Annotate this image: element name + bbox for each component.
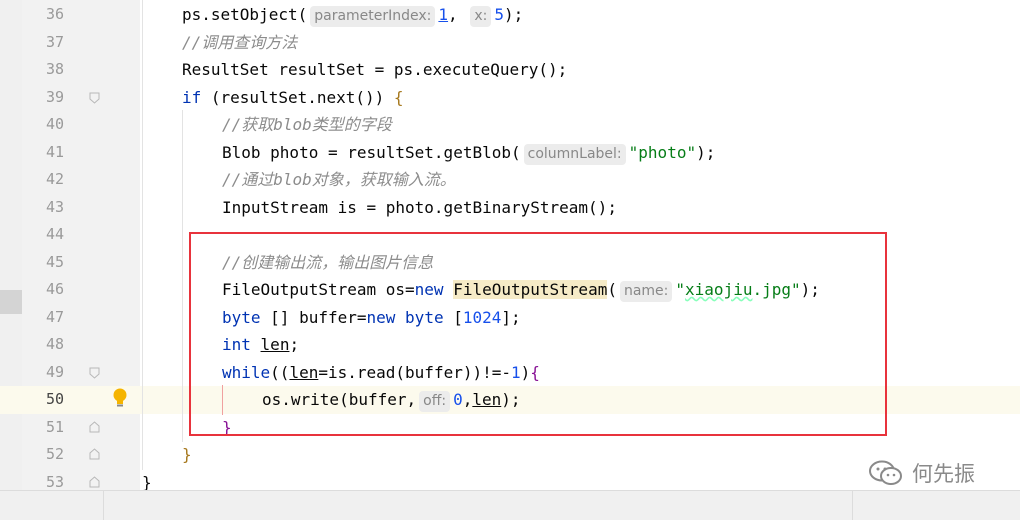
highlight-annotation-box	[189, 232, 887, 436]
code-line[interactable]: 43 InputStream is = photo.getBinaryStream…	[0, 194, 1020, 222]
line-number: 47	[45, 307, 64, 326]
code-token: 1	[438, 5, 449, 24]
line-number: 37	[45, 32, 64, 51]
code-token: );	[503, 5, 524, 24]
code-token: }	[182, 445, 192, 464]
status-separator	[103, 491, 104, 520]
code-token: 5	[494, 5, 504, 24]
code-token: Blob photo = resultSet.getBlob(	[222, 142, 521, 162]
code-line[interactable]: 39 if (resultSet.next()) {	[0, 84, 1020, 112]
indent-guide	[182, 110, 183, 442]
code-line[interactable]: 38 ResultSet resultSet = ps.executeQuery(…	[0, 56, 1020, 84]
code-text[interactable]: ResultSet resultSet = ps.executeQuery();	[182, 56, 567, 84]
parameter-hint: x:	[470, 6, 492, 27]
status-separator	[852, 491, 853, 520]
line-number: 36	[45, 5, 64, 23]
code-line[interactable]: 36 ps.setObject(parameterIndex: 1, x: 5);	[0, 1, 1020, 29]
code-token: InputStream is = photo.getBinaryStream()…	[222, 197, 617, 217]
line-number: 38	[45, 60, 64, 78]
fold-marker-icon[interactable]	[89, 476, 100, 488]
line-number: 52	[45, 445, 64, 463]
code-text[interactable]: //获取blob类型的字段	[222, 111, 392, 139]
code-token: ps.setObject(	[182, 5, 308, 24]
code-line[interactable]: 40 //获取blob类型的字段	[0, 111, 1020, 139]
code-text[interactable]: //调用查询方法	[182, 29, 297, 57]
code-text[interactable]: Blob photo = resultSet.getBlob(columnLab…	[222, 139, 715, 167]
watermark: 何先振	[868, 456, 975, 490]
fold-marker-icon[interactable]	[89, 92, 100, 104]
line-number: 50	[45, 390, 64, 408]
fold-marker-icon[interactable]	[89, 448, 100, 460]
wechat-icon	[869, 460, 902, 485]
line-number: 40	[45, 115, 64, 133]
code-token: //获取blob类型的字段	[222, 115, 392, 134]
code-line[interactable]: 52}	[0, 441, 1020, 469]
code-text[interactable]: }	[182, 441, 192, 469]
code-token: (resultSet.next())	[201, 87, 394, 107]
code-editor[interactable]: 36 ps.setObject(parameterIndex: 1, x: 5); 37…	[0, 0, 1020, 520]
line-number: 45	[45, 252, 64, 271]
fold-marker-icon[interactable]	[89, 421, 100, 433]
line-number: 42	[45, 170, 64, 188]
line-number: 49	[45, 362, 64, 381]
fold-marker-icon[interactable]	[89, 367, 100, 379]
code-token: if	[182, 87, 202, 107]
code-line[interactable]: 37 //调用查询方法	[0, 29, 1020, 57]
code-token: ResultSet resultSet = ps.executeQuery();	[182, 60, 568, 79]
parameter-hint: columnLabel:	[523, 143, 626, 165]
line-number: 48	[45, 335, 64, 353]
line-number: 46	[45, 280, 64, 298]
editor-status-bar	[0, 490, 1020, 520]
code-token: //调用查询方法	[182, 32, 298, 52]
code-text[interactable]: InputStream is = photo.getBinaryStream()…	[222, 194, 617, 222]
code-token: );	[696, 142, 716, 162]
watermark-text: 何先振	[912, 462, 975, 486]
lightbulb-icon[interactable]	[111, 387, 129, 409]
code-text[interactable]: ps.setObject(parameterIndex: 1, x: 5);	[182, 1, 523, 29]
code-line[interactable]: 42 //通过blob对象，获取输入流。	[0, 166, 1020, 194]
line-number: 44	[45, 225, 64, 243]
code-text[interactable]: //通过blob对象，获取输入流。	[222, 166, 456, 194]
code-token: }	[142, 472, 152, 492]
line-number: 43	[45, 197, 64, 216]
code-line[interactable]: 41 Blob photo = resultSet.getBlob(columnL…	[0, 139, 1020, 167]
code-token: "photo"	[628, 142, 697, 162]
line-number: 41	[45, 142, 64, 161]
code-token: //通过blob对象，获取输入流。	[222, 170, 456, 189]
code-token: {	[393, 87, 404, 107]
parameter-hint: parameterIndex:	[310, 6, 436, 27]
code-text[interactable]: if (resultSet.next()) {	[182, 84, 404, 112]
code-token: ,	[448, 5, 468, 24]
line-number: 51	[45, 417, 64, 436]
line-number: 39	[45, 87, 64, 106]
indent-guide	[142, 0, 143, 470]
